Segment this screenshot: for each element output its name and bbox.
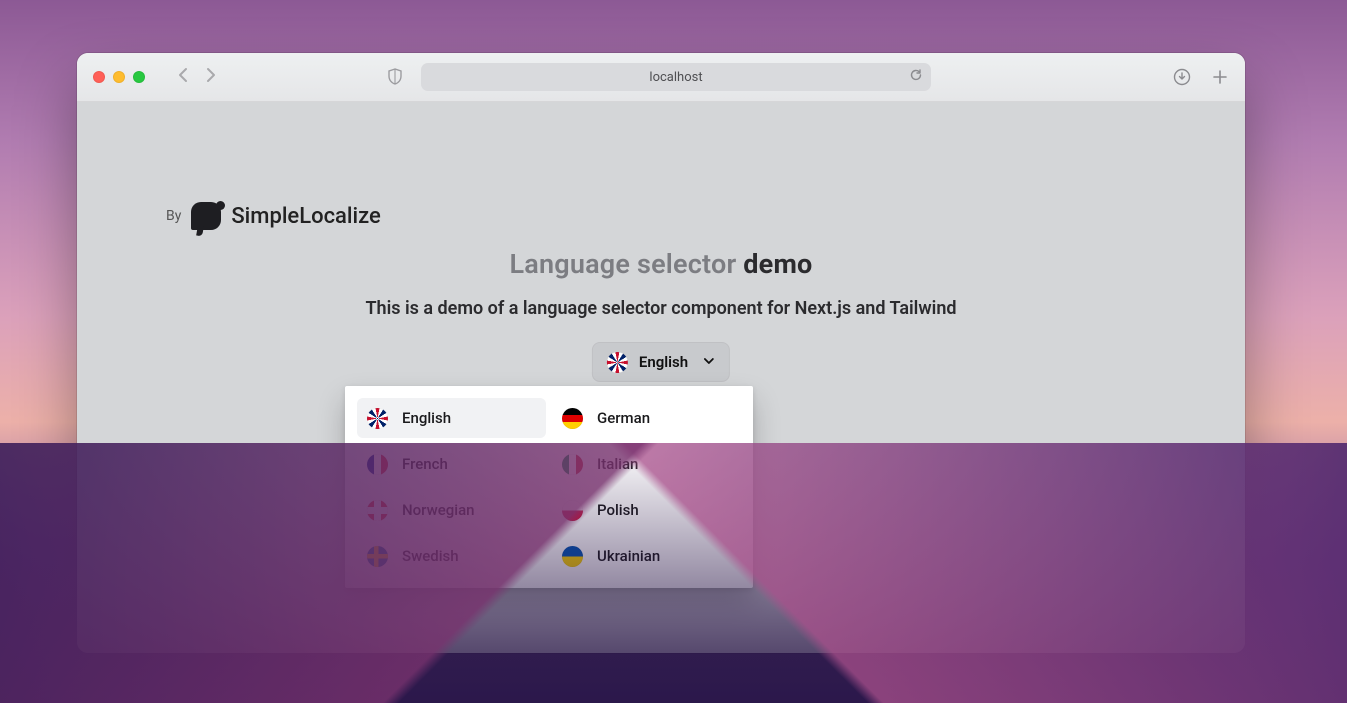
flag-icon-pl — [562, 500, 583, 521]
flag-icon-de — [562, 408, 583, 429]
language-option-it[interactable]: Italian — [552, 444, 741, 484]
language-option-de[interactable]: German — [552, 398, 741, 438]
fullscreen-window-button[interactable] — [133, 71, 145, 83]
brand-logo[interactable]: By SimpleLocalize — [166, 202, 381, 230]
language-option-label: English — [402, 409, 451, 427]
page-viewport: By SimpleLocalize Language selector demo… — [77, 102, 1245, 653]
language-option-label: Italian — [597, 455, 638, 473]
flag-icon-uk — [367, 408, 388, 429]
language-option-fr[interactable]: French — [357, 444, 546, 484]
brand-name: SimpleLocalize — [231, 204, 380, 229]
desktop-wallpaper: localhost By SimpleLocalize — [0, 0, 1347, 703]
flag-icon-it — [562, 454, 583, 475]
language-selector-button[interactable]: English — [592, 342, 730, 382]
page-subtitle: This is a demo of a language selector co… — [77, 298, 1245, 319]
new-tab-icon[interactable] — [1211, 68, 1229, 86]
back-button[interactable] — [177, 67, 189, 88]
chevron-down-icon — [703, 353, 715, 371]
flag-icon-no — [367, 500, 388, 521]
downloads-icon[interactable] — [1173, 68, 1191, 86]
heading-light: Language selector — [509, 248, 743, 280]
heading-bold: demo — [743, 248, 812, 280]
language-option-label: Ukrainian — [597, 547, 660, 565]
language-option-label: German — [597, 409, 650, 427]
language-option-ua[interactable]: Ukrainian — [552, 536, 741, 576]
language-option-no[interactable]: Norwegian — [357, 490, 546, 530]
nav-arrows — [177, 67, 217, 88]
language-option-se[interactable]: Swedish — [357, 536, 546, 576]
language-option-label: Norwegian — [402, 501, 475, 519]
language-dropdown-panel: English German French Italian Norwegian Polis… — [345, 386, 753, 588]
browser-toolbar: localhost — [77, 53, 1245, 102]
flag-icon-uk — [607, 352, 628, 373]
page-title: Language selector demo — [77, 248, 1245, 280]
address-bar[interactable]: localhost — [421, 63, 931, 91]
language-option-uk[interactable]: English — [357, 398, 546, 438]
privacy-shield-icon[interactable] — [387, 68, 403, 86]
language-option-label: Swedish — [402, 547, 459, 565]
language-option-pl[interactable]: Polish — [552, 490, 741, 530]
reload-icon[interactable] — [909, 68, 923, 86]
url-text: localhost — [649, 70, 702, 85]
window-controls — [93, 71, 145, 83]
brand-prefix: By — [166, 208, 181, 224]
simplelocalize-icon — [191, 202, 221, 230]
current-language-label: English — [639, 353, 688, 371]
language-option-label: French — [402, 455, 448, 473]
forward-button[interactable] — [205, 67, 217, 88]
flag-icon-se — [367, 546, 388, 567]
minimize-window-button[interactable] — [113, 71, 125, 83]
flag-icon-ua — [562, 546, 583, 567]
language-option-label: Polish — [597, 501, 639, 519]
browser-window: localhost By SimpleLocalize — [77, 53, 1245, 653]
flag-icon-fr — [367, 454, 388, 475]
close-window-button[interactable] — [93, 71, 105, 83]
